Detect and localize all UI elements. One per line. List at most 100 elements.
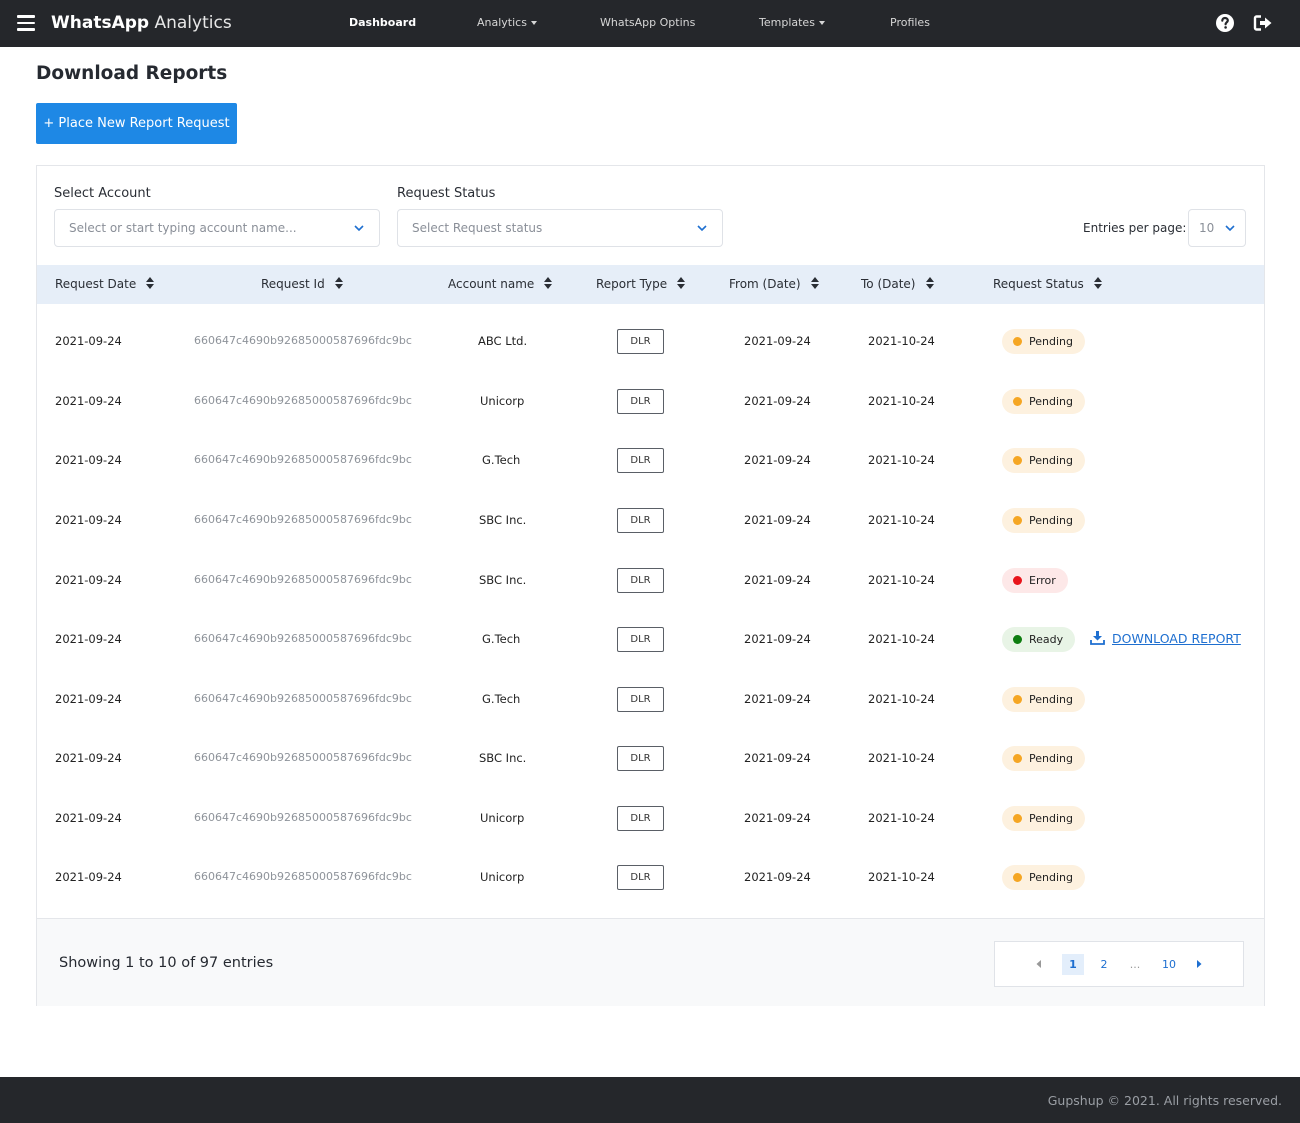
- request-status-label: Request Status: [397, 186, 496, 201]
- column-label: Account name: [448, 277, 535, 291]
- cell-from-date: 2021-09-24: [744, 632, 811, 646]
- cell-account-name: Unicorp: [480, 394, 525, 408]
- column-header-report-type[interactable]: Report Type: [596, 277, 686, 291]
- page-button-10[interactable]: 10: [1158, 954, 1180, 975]
- status-dot-icon: [1013, 397, 1022, 406]
- caret-down-icon: [818, 21, 825, 25]
- cell-request-date: 2021-09-24: [55, 692, 122, 706]
- cell-from-date: 2021-09-24: [744, 811, 811, 825]
- column-header-account-name[interactable]: Account name: [448, 277, 553, 291]
- column-header-to-date[interactable]: To (Date): [861, 277, 934, 291]
- cell-account-name: Unicorp: [480, 811, 525, 825]
- app-title: WhatsApp Analytics: [51, 12, 232, 34]
- status-badge: Pending: [1002, 746, 1085, 771]
- cell-request-date: 2021-09-24: [55, 334, 122, 348]
- next-page-button[interactable]: [1188, 954, 1210, 975]
- table-row: 2021-09-24 660647c4690b92685000587696fdc…: [37, 371, 1264, 431]
- copyright-text: Gupshup © 2021. All rights reserved.: [1047, 1093, 1282, 1108]
- nav-analytics-label: Analytics: [477, 16, 527, 29]
- cell-from-date: 2021-09-24: [744, 513, 811, 527]
- page-button-2[interactable]: 2: [1093, 954, 1115, 975]
- cell-request-id: 660647c4690b92685000587696fdc9bc: [194, 334, 412, 347]
- nav-dashboard[interactable]: Dashboard: [349, 16, 416, 30]
- place-new-report-request-button[interactable]: + Place New Report Request: [36, 103, 237, 144]
- cell-to-date: 2021-10-24: [868, 632, 935, 646]
- download-report-link[interactable]: DOWNLOAD REPORT: [1090, 609, 1241, 669]
- cell-to-date: 2021-10-24: [868, 573, 935, 587]
- cell-account-name: SBC Inc.: [479, 751, 527, 765]
- sort-icon: [146, 277, 155, 289]
- help-icon[interactable]: [1215, 13, 1235, 33]
- nav-templates[interactable]: Templates: [759, 16, 825, 30]
- nav-analytics[interactable]: Analytics: [477, 16, 537, 30]
- cell-request-id: 660647c4690b92685000587696fdc9bc: [194, 453, 412, 466]
- status-badge: Pending: [1002, 389, 1085, 414]
- cell-from-date: 2021-09-24: [744, 870, 811, 884]
- status-label: Pending: [1029, 514, 1073, 527]
- status-badge: Ready: [1002, 627, 1076, 652]
- page-ellipsis: ...: [1129, 958, 1141, 971]
- status-label: Pending: [1029, 752, 1073, 765]
- report-type-tag: DLR: [617, 865, 664, 890]
- cell-account-name: SBC Inc.: [479, 573, 527, 587]
- cell-request-date: 2021-09-24: [55, 513, 122, 527]
- status-badge: Pending: [1002, 865, 1085, 890]
- status-dot-icon: [1013, 635, 1022, 644]
- caret-left-icon: [1036, 960, 1041, 968]
- status-dot-icon: [1013, 516, 1022, 525]
- cell-request-id: 660647c4690b92685000587696fdc9bc: [194, 513, 412, 526]
- status-dot-icon: [1013, 873, 1022, 882]
- cell-account-name: G.Tech: [482, 453, 521, 467]
- request-status-dropdown[interactable]: Select Request status: [397, 209, 723, 247]
- cell-from-date: 2021-09-24: [744, 751, 811, 765]
- sort-icon: [677, 277, 686, 289]
- column-header-from-date[interactable]: From (Date): [729, 277, 819, 291]
- cell-request-id: 660647c4690b92685000587696fdc9bc: [194, 692, 412, 705]
- cell-request-id: 660647c4690b92685000587696fdc9bc: [194, 870, 412, 883]
- cell-to-date: 2021-10-24: [868, 394, 935, 408]
- entries-per-page-select[interactable]: 10: [1188, 209, 1246, 247]
- cell-to-date: 2021-10-24: [868, 811, 935, 825]
- column-header-request-id[interactable]: Request Id: [261, 277, 343, 291]
- sort-icon: [925, 277, 934, 289]
- cell-request-date: 2021-09-24: [55, 632, 122, 646]
- report-type-tag: DLR: [617, 627, 664, 652]
- cell-account-name: G.Tech: [482, 692, 521, 706]
- top-navbar: WhatsApp Analytics Dashboard Analytics W…: [0, 0, 1300, 47]
- nav-templates-label: Templates: [759, 16, 815, 29]
- previous-page-button[interactable]: [1028, 954, 1050, 975]
- status-badge: Pending: [1002, 329, 1085, 354]
- nav-optins-label: WhatsApp Optins: [600, 16, 696, 29]
- cell-request-id: 660647c4690b92685000587696fdc9bc: [194, 573, 412, 586]
- nav-profiles[interactable]: Profiles: [890, 16, 930, 30]
- report-type-tag: DLR: [617, 329, 664, 354]
- column-header-request-date[interactable]: Request Date: [55, 277, 155, 291]
- status-dot-icon: [1013, 814, 1022, 823]
- menu-icon[interactable]: [17, 15, 35, 31]
- sort-icon: [334, 277, 343, 289]
- nav-whatsapp-optins[interactable]: WhatsApp Optins: [600, 16, 695, 30]
- cell-request-date: 2021-09-24: [55, 394, 122, 408]
- sort-icon: [1093, 277, 1102, 289]
- entries-summary: Showing 1 to 10 of 97 entries: [59, 955, 274, 971]
- status-label: Pending: [1029, 693, 1073, 706]
- status-badge: Pending: [1002, 508, 1085, 533]
- status-dot-icon: [1013, 695, 1022, 704]
- cell-to-date: 2021-10-24: [868, 751, 935, 765]
- table-row: 2021-09-24 660647c4690b92685000587696fdc…: [37, 430, 1264, 490]
- status-label: Error: [1029, 574, 1056, 587]
- cell-request-date: 2021-09-24: [55, 453, 122, 467]
- logout-icon[interactable]: [1253, 13, 1273, 33]
- select-account-dropdown[interactable]: Select or start typing account name...: [54, 209, 380, 247]
- nav-profiles-label: Profiles: [890, 16, 930, 29]
- sort-icon: [810, 277, 819, 289]
- cell-from-date: 2021-09-24: [744, 453, 811, 467]
- cell-account-name: ABC Ltd.: [478, 334, 528, 348]
- cell-from-date: 2021-09-24: [744, 573, 811, 587]
- page-button-1[interactable]: 1: [1062, 954, 1084, 975]
- status-label: Pending: [1029, 335, 1073, 348]
- sort-icon: [544, 277, 553, 289]
- select-account-label: Select Account: [54, 186, 151, 201]
- column-header-request-status[interactable]: Request Status: [993, 277, 1102, 291]
- entries-per-page-label: Entries per page:: [1083, 221, 1187, 235]
